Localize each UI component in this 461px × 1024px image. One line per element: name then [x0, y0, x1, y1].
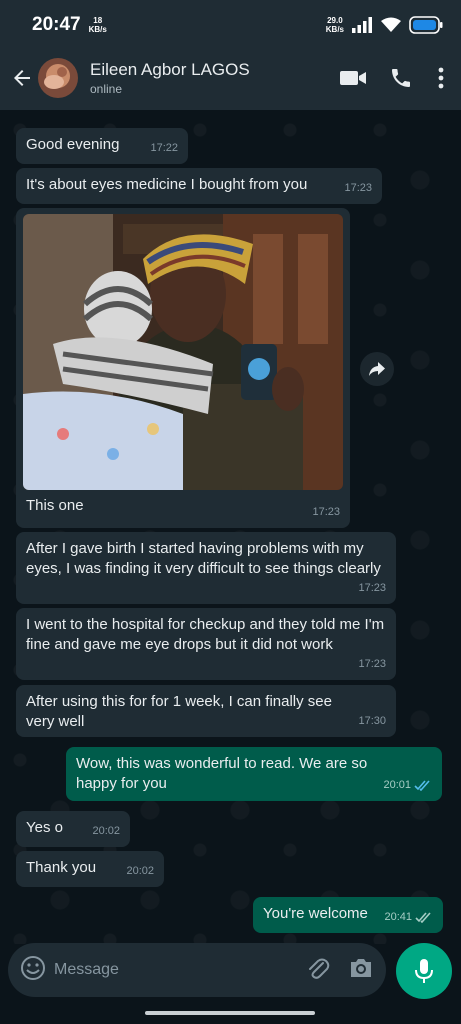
message-incoming-image[interactable]: This one 17:23 [16, 208, 350, 528]
status-bar: 20:47 18 KB/s 29.0 KB/s [0, 0, 461, 50]
forward-icon[interactable] [360, 352, 394, 386]
message-time: 20:01 [383, 779, 411, 791]
network-speed-right: 29.0 KB/s [326, 16, 344, 34]
message-incoming[interactable]: Good evening 17:22 [16, 128, 188, 164]
message-text: After I gave birth I started having prob… [26, 540, 381, 577]
message-incoming[interactable]: I went to the hospital for checkup and t… [16, 608, 396, 680]
message-incoming[interactable]: After I gave birth I started having prob… [16, 532, 396, 604]
message-time: 17:23 [358, 582, 386, 594]
contact-status: online [90, 82, 123, 96]
arrow-left-icon[interactable] [10, 66, 34, 90]
message-text: Good evening [26, 136, 120, 153]
message-outgoing[interactable]: You're welcome 20:41 [253, 897, 443, 933]
speed-right-value: 29.0 [327, 16, 343, 25]
message-time: 17:30 [358, 715, 386, 727]
microphone-icon[interactable] [396, 943, 452, 999]
message-time: 20:02 [126, 865, 154, 877]
message-photo[interactable] [23, 214, 343, 490]
read-receipt-icon [414, 779, 430, 791]
avatar[interactable] [38, 58, 78, 98]
message-time: 17:22 [150, 142, 178, 154]
more-vertical-icon[interactable] [431, 64, 451, 92]
message-composer [8, 943, 386, 997]
wifi-icon [381, 17, 401, 32]
message-time: 20:41 [384, 911, 412, 923]
message-input[interactable] [54, 961, 306, 979]
contact-info[interactable]: Eileen Agbor LAGOS online [90, 60, 319, 96]
status-time: 20:47 [32, 14, 81, 35]
message-text: I went to the hospital for checkup and t… [26, 616, 385, 653]
signal-icon [352, 17, 372, 33]
message-text: Wow, this was wonderful to read. We are … [76, 755, 368, 792]
message-time: 20:02 [92, 825, 120, 837]
emoji-icon[interactable] [20, 955, 46, 986]
message-time-wrap: 20:41 [384, 907, 433, 927]
message-text: After using this for for 1 week, I can f… [26, 693, 332, 730]
paperclip-icon[interactable] [306, 955, 330, 986]
message-outgoing[interactable]: Wow, this was wonderful to read. We are … [66, 747, 442, 801]
message-text: You're welcome [263, 905, 368, 922]
photo-image [23, 214, 343, 490]
message-time: 17:23 [358, 658, 386, 670]
message-text: Yes o [26, 819, 63, 836]
contact-name: Eileen Agbor LAGOS [90, 60, 250, 79]
video-call-icon[interactable] [339, 64, 367, 92]
speed-left-unit: KB/s [88, 25, 107, 34]
message-time: 17:23 [344, 182, 372, 194]
home-indicator [145, 1011, 315, 1015]
battery-icon [409, 16, 443, 34]
camera-icon[interactable] [348, 957, 374, 984]
speed-left-value: 18 [93, 16, 103, 25]
message-incoming[interactable]: It's about eyes medicine I bought from y… [16, 168, 382, 204]
network-speed-left: 18 KB/s [89, 16, 107, 34]
speed-right-unit: KB/s [325, 25, 344, 34]
message-incoming[interactable]: After using this for for 1 week, I can f… [16, 685, 396, 737]
message-incoming[interactable]: Thank you 20:02 [16, 851, 164, 887]
phone-icon[interactable] [387, 64, 415, 92]
message-time-wrap: 20:01 [383, 775, 432, 795]
message-time: 17:23 [312, 506, 340, 518]
image-caption: This one [26, 497, 84, 514]
message-text: Thank you [26, 859, 97, 876]
chat-area[interactable]: Good evening 17:22 It's about eyes medic… [0, 110, 461, 944]
message-text: It's about eyes medicine I bought from y… [26, 176, 308, 193]
status-right: 29.0 KB/s [326, 16, 443, 34]
chat-header: Eileen Agbor LAGOS online [0, 50, 461, 106]
message-incoming[interactable]: Yes o 20:02 [16, 811, 130, 847]
delivered-receipt-icon [415, 911, 431, 923]
